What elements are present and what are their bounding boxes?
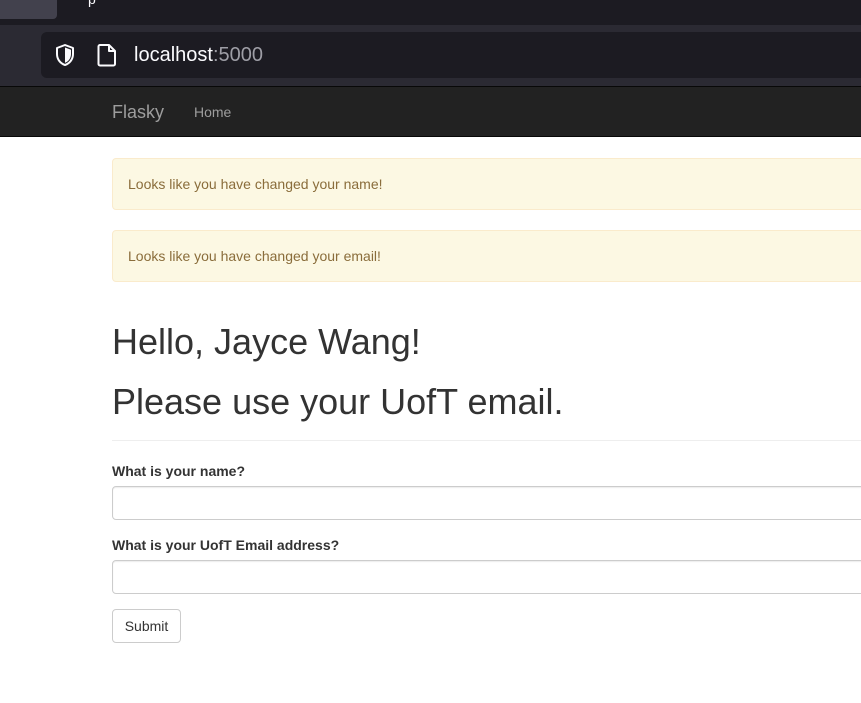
browser-tab[interactable] [0, 0, 57, 19]
name-input[interactable] [112, 486, 861, 520]
email-label: What is your UofT Email address? [112, 537, 340, 553]
page-greeting: Hello, Jayce Wang! [112, 321, 421, 362]
url-port: :5000 [212, 44, 263, 66]
flash-alert-email: Looks like you have changed your email! [112, 230, 861, 282]
navbar-brand[interactable]: Flasky [112, 102, 164, 123]
shield-icon[interactable] [53, 43, 77, 67]
submit-button[interactable]: Submit [112, 609, 181, 643]
page-notice: Please use your UofT email. [112, 381, 564, 422]
divider [112, 440, 861, 441]
app-navbar: Flasky Home [0, 86, 861, 137]
page-icon[interactable] [96, 43, 118, 67]
name-label: What is your name? [112, 463, 246, 479]
browser-toolbar: localhost:5000 [0, 25, 861, 86]
flash-alert-name: Looks like you have changed your name! [112, 158, 861, 210]
browser-tab-title[interactable]: p [88, 0, 96, 7]
email-input[interactable] [112, 560, 861, 594]
url-host: localhost [134, 44, 213, 66]
browser-tab-strip: p [0, 0, 861, 25]
address-bar[interactable]: localhost:5000 [41, 32, 861, 78]
url-text[interactable]: localhost:5000 [134, 44, 263, 66]
nav-link-home[interactable]: Home [194, 104, 231, 120]
